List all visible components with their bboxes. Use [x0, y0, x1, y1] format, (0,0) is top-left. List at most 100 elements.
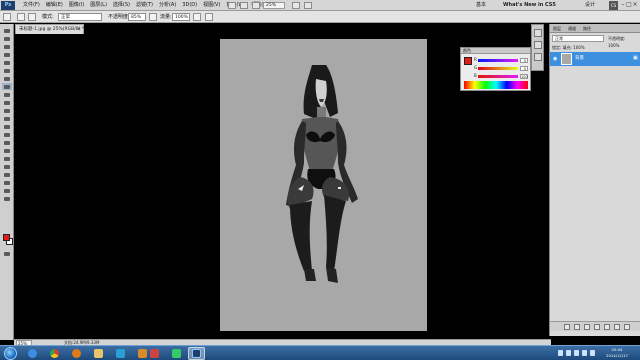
color-panel-header[interactable]: 颜色 [461, 48, 530, 54]
eraser-tool-icon[interactable] [2, 107, 12, 114]
crop-tool-icon[interactable] [2, 59, 12, 66]
mini-bridge-icon[interactable] [240, 2, 248, 9]
eyedropper-tool-icon[interactable] [2, 67, 12, 74]
hand-tool-icon[interactable] [2, 187, 12, 194]
path-selection-tool-icon[interactable] [2, 155, 12, 162]
brush-size-icon[interactable] [17, 13, 25, 21]
close-button[interactable]: × [632, 1, 638, 9]
menu-filter[interactable]: 滤镜(T) [133, 0, 156, 11]
move-tool-icon[interactable] [2, 27, 12, 34]
mode-select[interactable]: 正常 [58, 13, 102, 21]
menu-edit[interactable]: 编辑(E) [43, 0, 66, 11]
actions-panel-icon[interactable] [534, 41, 542, 49]
layer-row-background[interactable]: ◉ 背景 ▣ [550, 52, 640, 66]
pressure-size-icon[interactable] [205, 13, 213, 21]
green-slider[interactable] [478, 67, 518, 70]
document-canvas[interactable] [220, 39, 427, 331]
hand-view-icon[interactable] [252, 2, 260, 9]
menu-analysis[interactable]: 分析(A) [156, 0, 179, 11]
flow-field[interactable]: 100% [172, 13, 190, 21]
layer-lock-row[interactable]: 锁定: 填充: 100% [552, 44, 638, 51]
layer-thumbnail [561, 53, 572, 65]
taskbar-folder-icon[interactable] [90, 347, 107, 360]
document-tab[interactable]: 未标题-1.jpg @ 25%(RGB/8) * × [15, 24, 84, 34]
marquee-tool-icon[interactable] [2, 35, 12, 42]
start-button[interactable] [4, 347, 17, 360]
menu-3d[interactable]: 3D(D) [179, 0, 200, 11]
taskbar-green-app-icon[interactable] [168, 347, 185, 360]
type-tool-icon[interactable] [2, 147, 12, 154]
red-value-field[interactable]: 0 [520, 58, 528, 63]
shape-tool-icon[interactable] [2, 163, 12, 170]
layer-style-icon[interactable] [574, 324, 580, 330]
delete-layer-icon[interactable] [624, 324, 630, 330]
healing-brush-tool-icon[interactable] [2, 75, 12, 82]
blue-slider[interactable] [478, 75, 518, 78]
link-layers-icon[interactable] [564, 324, 570, 330]
color-panel-foreground-swatch[interactable] [464, 57, 472, 65]
layer-mask-icon[interactable] [584, 324, 590, 330]
zoom-tool-icon[interactable] [2, 195, 12, 202]
taskbar-media-player-icon[interactable] [68, 347, 85, 360]
close-document-icon[interactable]: × [77, 25, 81, 34]
taskbar-ie-icon[interactable] [24, 347, 41, 360]
arrange-documents-icon[interactable] [292, 2, 300, 9]
brush-presets-panel-icon[interactable] [534, 53, 542, 61]
lasso-tool-icon[interactable] [2, 43, 12, 50]
eye-visibility-icon[interactable]: ◉ [553, 56, 559, 62]
tray-volume-icon[interactable] [574, 350, 579, 356]
new-layer-icon[interactable] [614, 324, 620, 330]
airbrush-icon[interactable] [193, 13, 201, 21]
bridge-icon[interactable] [228, 2, 236, 9]
taskbar-qq-icon[interactable] [112, 347, 129, 360]
layer-blend-mode-select[interactable]: 正常 [552, 35, 604, 42]
cs-live-button[interactable]: CS [609, 1, 618, 10]
workspace-design[interactable]: 设计 [585, 0, 595, 11]
brush-panel-toggle-icon[interactable] [28, 13, 36, 21]
workspace-whats-new[interactable]: What's New in CS5 [503, 0, 556, 11]
pen-tool-icon[interactable] [2, 139, 12, 146]
menu-file[interactable]: 文件(F) [20, 0, 43, 11]
history-brush-tool-icon[interactable] [2, 99, 12, 106]
red-slider[interactable] [478, 59, 518, 62]
quick-mask-icon[interactable] [2, 250, 12, 257]
layer-opacity-field[interactable]: 不透明度: 100% [608, 35, 638, 48]
tray-keyboard-icon[interactable] [590, 350, 595, 356]
3d-orbit-tool-icon[interactable] [2, 179, 12, 186]
opacity-field[interactable]: 85% [128, 13, 146, 21]
screen-mode-icon[interactable] [304, 2, 312, 9]
clone-stamp-tool-icon[interactable] [2, 91, 12, 98]
taskbar-app-icon[interactable] [146, 347, 163, 360]
pressure-opacity-icon[interactable] [149, 13, 157, 21]
menu-image[interactable]: 图像(I) [66, 0, 87, 11]
brush-tool-icon[interactable] [2, 83, 12, 90]
tab-paths[interactable]: 路径 [583, 24, 591, 33]
color-spectrum-bar[interactable] [464, 81, 528, 89]
tray-flag-icon[interactable] [582, 350, 587, 356]
tab-channels[interactable]: 通道 [568, 24, 576, 33]
zoom-level-select[interactable]: 25% [263, 2, 285, 9]
brush-tool-preset-icon[interactable] [3, 13, 11, 21]
new-group-icon[interactable] [604, 324, 610, 330]
green-value-field[interactable]: 0 [520, 66, 528, 71]
taskbar-photoshop-icon[interactable] [188, 347, 205, 360]
tray-arrow-icon[interactable] [558, 350, 563, 356]
document-title: 未标题-1.jpg @ 25%(RGB/8) * [19, 27, 85, 32]
dodge-tool-icon[interactable] [2, 131, 12, 138]
menu-layer[interactable]: 图层(L) [87, 0, 110, 11]
menu-select[interactable]: 选择(S) [110, 0, 133, 11]
history-panel-icon[interactable] [534, 29, 542, 37]
foreground-color-swatch[interactable] [3, 234, 10, 241]
adjustment-layer-icon[interactable] [594, 324, 600, 330]
taskbar-chrome-icon[interactable] [46, 347, 63, 360]
tray-network-icon[interactable] [566, 350, 571, 356]
gradient-tool-icon[interactable] [2, 115, 12, 122]
3d-rotate-tool-icon[interactable] [2, 171, 12, 178]
menu-view[interactable]: 视图(V) [200, 0, 223, 11]
blur-tool-icon[interactable] [2, 123, 12, 130]
workspace-basic[interactable]: 基本 [476, 0, 486, 11]
tab-layers[interactable]: 图层 [553, 24, 561, 33]
taskbar-clock[interactable]: 20:04 2014/12/17 [598, 347, 636, 360]
blue-value-field[interactable]: 100 [520, 74, 528, 79]
quick-select-tool-icon[interactable] [2, 51, 12, 58]
